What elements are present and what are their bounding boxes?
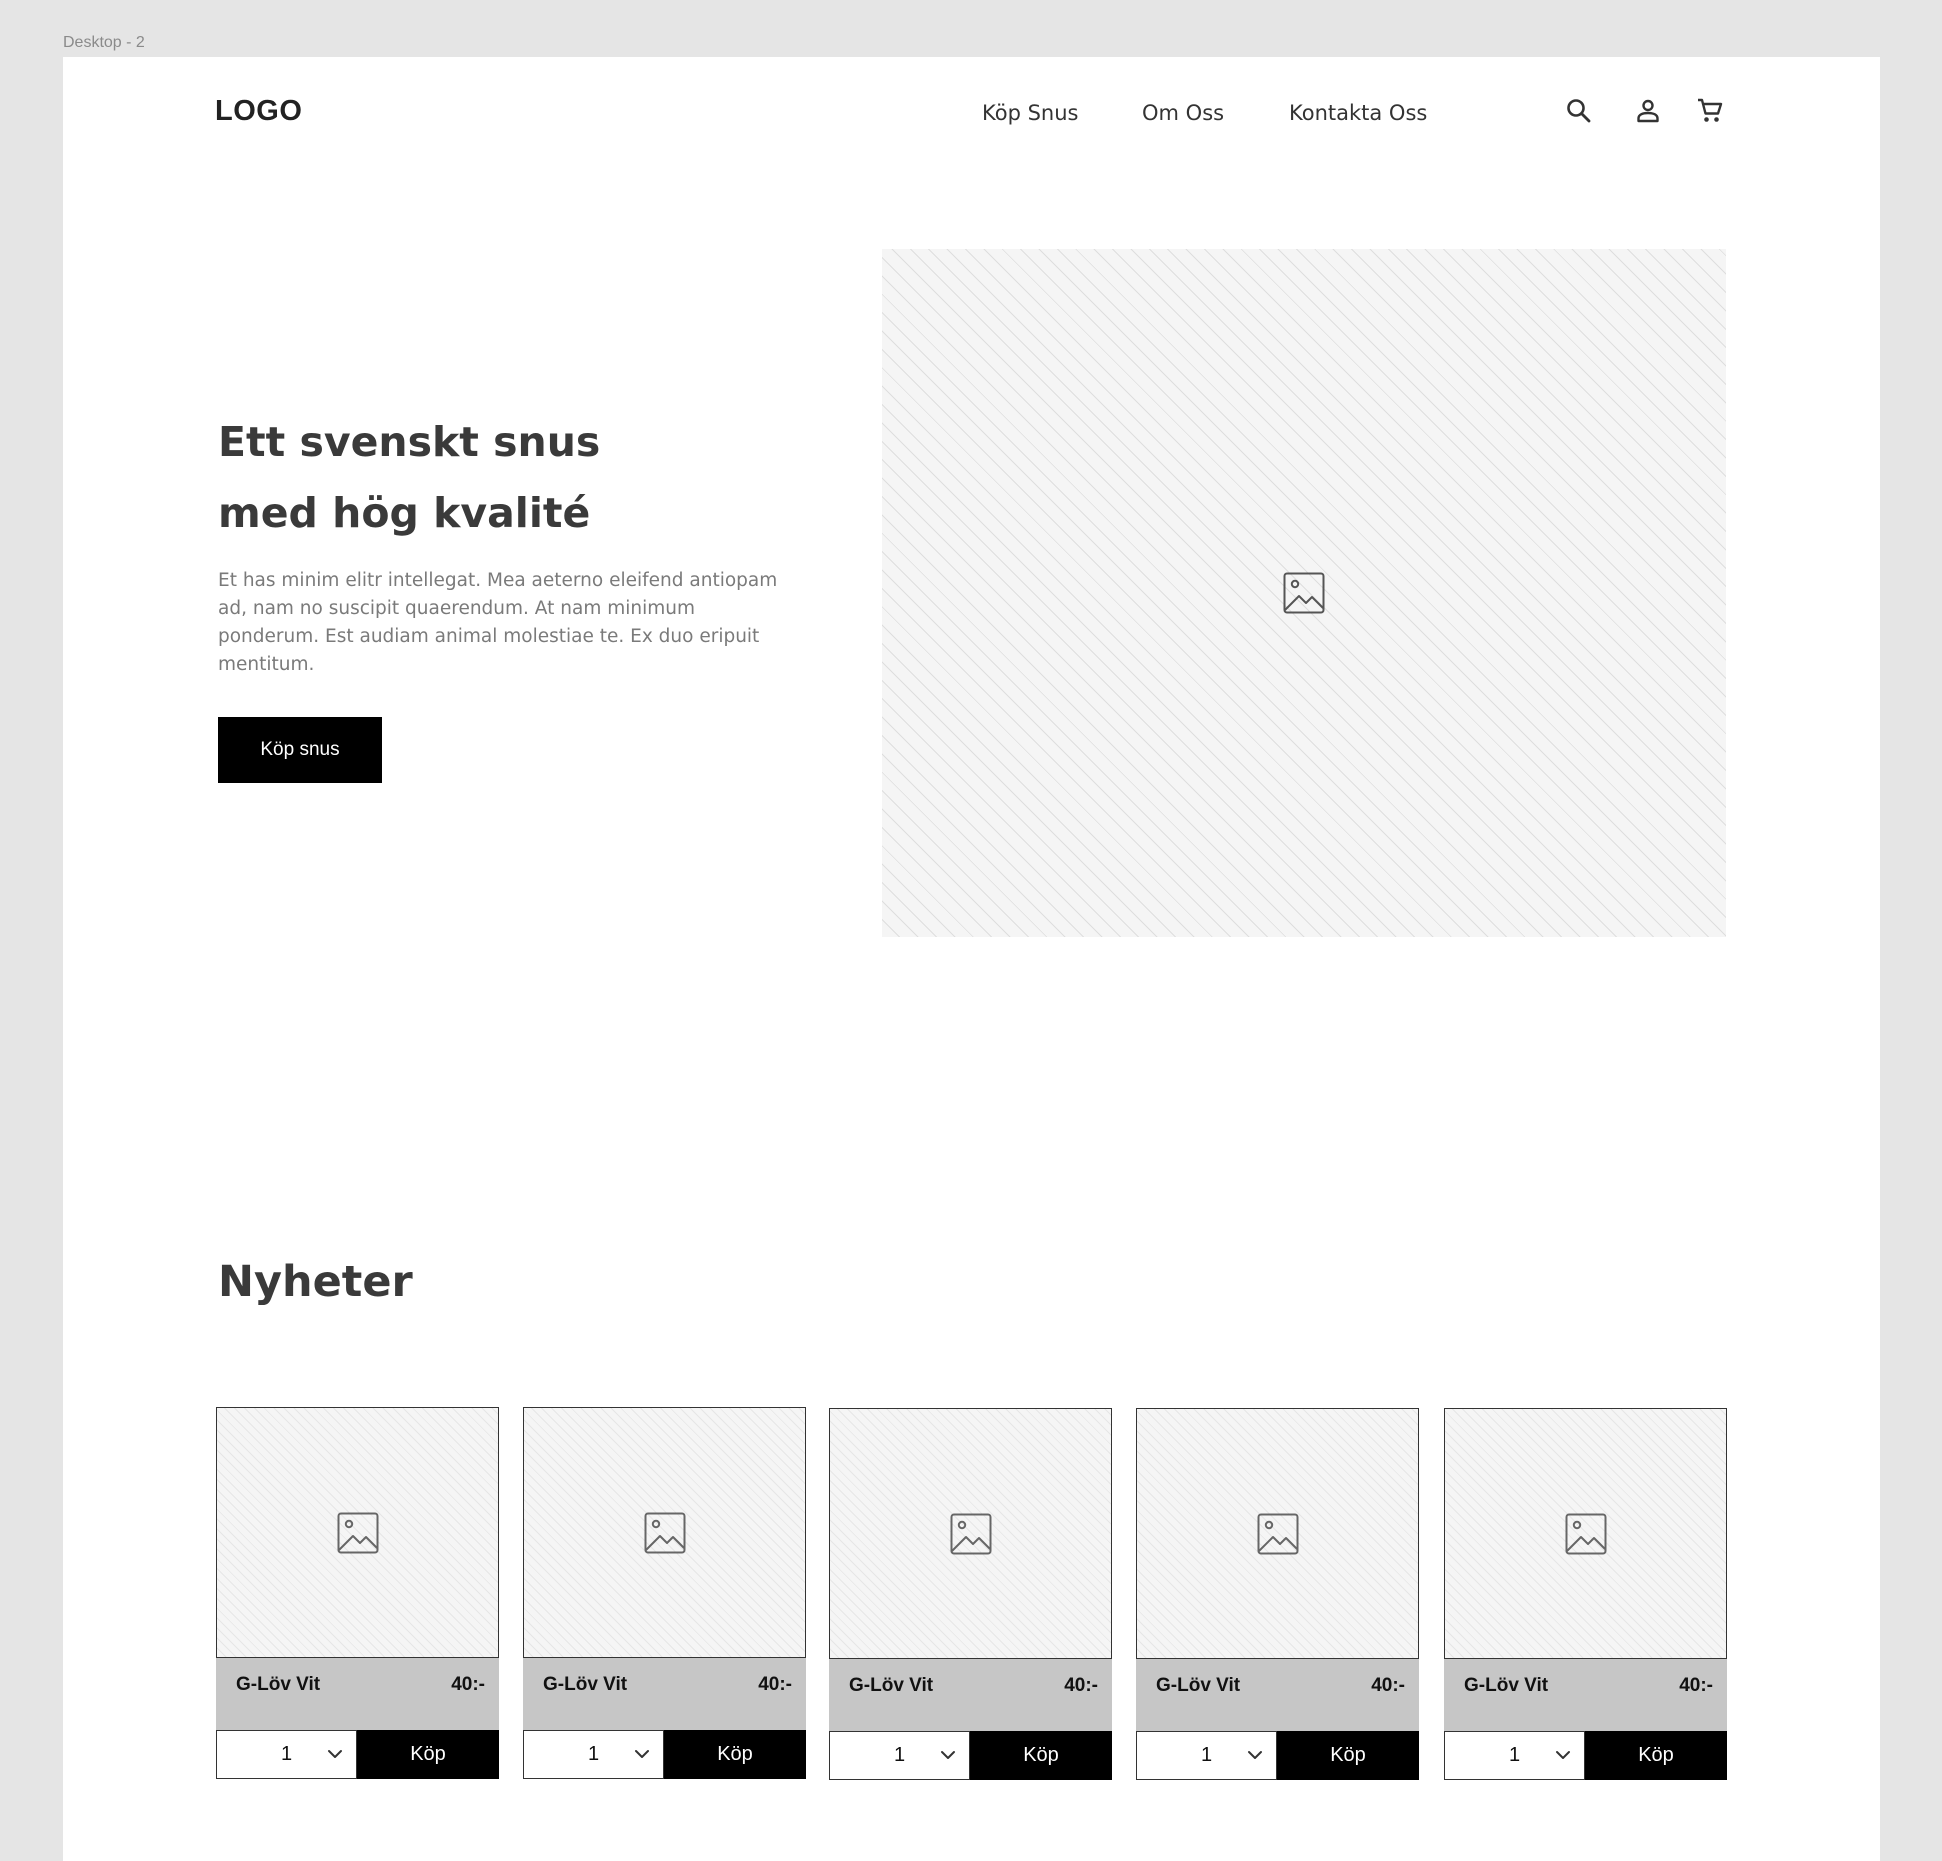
product-price: 40:- [1064, 1675, 1098, 1696]
quantity-value: 1 [588, 1743, 600, 1765]
nav-link-kontakta-oss[interactable]: Kontakta Oss [1289, 101, 1427, 125]
product-info-bar: G-Löv Vit 40:- [829, 1659, 1112, 1731]
frame-label: Desktop - 2 [63, 34, 145, 51]
buy-button[interactable]: Köp [970, 1731, 1112, 1780]
image-placeholder-icon [1283, 572, 1325, 614]
hero-image [882, 249, 1726, 937]
chevron-down-icon [941, 1751, 955, 1759]
product-info-bar: G-Löv Vit 40:- [216, 1658, 499, 1730]
hero-title-line-1: Ett svenskt snus [218, 418, 601, 466]
product-info-bar: G-Löv Vit 40:- [1444, 1659, 1727, 1731]
product-name: G-Löv Vit [849, 1675, 934, 1696]
buy-button[interactable]: Köp [357, 1730, 499, 1779]
quantity-select[interactable]: 1 [216, 1730, 357, 1779]
news-section-title: Nyheter [218, 1257, 413, 1307]
product-price: 40:- [1371, 1675, 1405, 1696]
product-card[interactable]: G-Löv Vit 40:- 1 Köp [829, 1408, 1112, 1780]
product-image[interactable] [216, 1407, 499, 1658]
quantity-select[interactable]: 1 [829, 1731, 970, 1780]
buy-button[interactable]: Köp [1277, 1731, 1419, 1780]
product-card[interactable]: G-Löv Vit 40:- 1 Köp [523, 1407, 806, 1779]
image-placeholder-icon [1565, 1513, 1606, 1554]
buy-button[interactable]: Köp [1585, 1731, 1727, 1780]
cart-icon[interactable] [1695, 96, 1725, 126]
hero-title: Ett svenskt snus med hög kvalité [218, 407, 778, 549]
product-image[interactable] [1136, 1408, 1419, 1659]
image-placeholder-icon [337, 1512, 378, 1553]
logo[interactable]: LOGO [215, 95, 302, 128]
product-image[interactable] [523, 1407, 806, 1658]
quantity-select[interactable]: 1 [523, 1730, 664, 1779]
chevron-down-icon [328, 1750, 342, 1758]
product-card[interactable]: G-Löv Vit 40:- 1 Köp [1136, 1408, 1419, 1780]
buy-button[interactable]: Köp [664, 1730, 806, 1779]
nav-link-om-oss[interactable]: Om Oss [1142, 101, 1224, 125]
product-card[interactable]: G-Löv Vit 40:- 1 Köp [216, 1407, 499, 1779]
nav-link-kop-snus[interactable]: Köp Snus [982, 101, 1078, 125]
quantity-value: 1 [281, 1743, 293, 1765]
image-placeholder-icon [644, 1512, 685, 1553]
product-price: 40:- [1679, 1675, 1713, 1696]
product-card[interactable]: G-Löv Vit 40:- 1 Köp [1444, 1408, 1727, 1780]
quantity-value: 1 [894, 1744, 906, 1766]
product-image[interactable] [829, 1408, 1112, 1659]
product-price: 40:- [451, 1674, 485, 1695]
product-name: G-Löv Vit [236, 1674, 321, 1695]
quantity-select[interactable]: 1 [1444, 1731, 1585, 1780]
page-canvas: LOGO Köp Snus Om Oss Kontakta Oss Ett sv… [63, 57, 1880, 1861]
product-name: G-Löv Vit [1464, 1675, 1549, 1696]
image-placeholder-icon [1257, 1513, 1298, 1554]
product-price: 40:- [758, 1674, 792, 1695]
chevron-down-icon [1556, 1751, 1570, 1759]
hero-title-line-2: med hög kvalité [218, 489, 591, 537]
chevron-down-icon [1248, 1751, 1262, 1759]
product-name: G-Löv Vit [1156, 1675, 1241, 1696]
hero-description: Et has minim elitr intellegat. Mea aeter… [218, 570, 778, 675]
product-info-bar: G-Löv Vit 40:- [1136, 1659, 1419, 1731]
chevron-down-icon [635, 1750, 649, 1758]
product-info-bar: G-Löv Vit 40:- [523, 1658, 806, 1730]
image-placeholder-icon [950, 1513, 991, 1554]
search-icon[interactable] [1564, 96, 1594, 126]
user-icon[interactable] [1633, 96, 1663, 126]
quantity-value: 1 [1509, 1744, 1521, 1766]
quantity-value: 1 [1201, 1744, 1213, 1766]
quantity-select[interactable]: 1 [1136, 1731, 1277, 1780]
product-image[interactable] [1444, 1408, 1727, 1659]
product-name: G-Löv Vit [543, 1674, 628, 1695]
buy-snus-button[interactable]: Köp snus [218, 717, 382, 783]
